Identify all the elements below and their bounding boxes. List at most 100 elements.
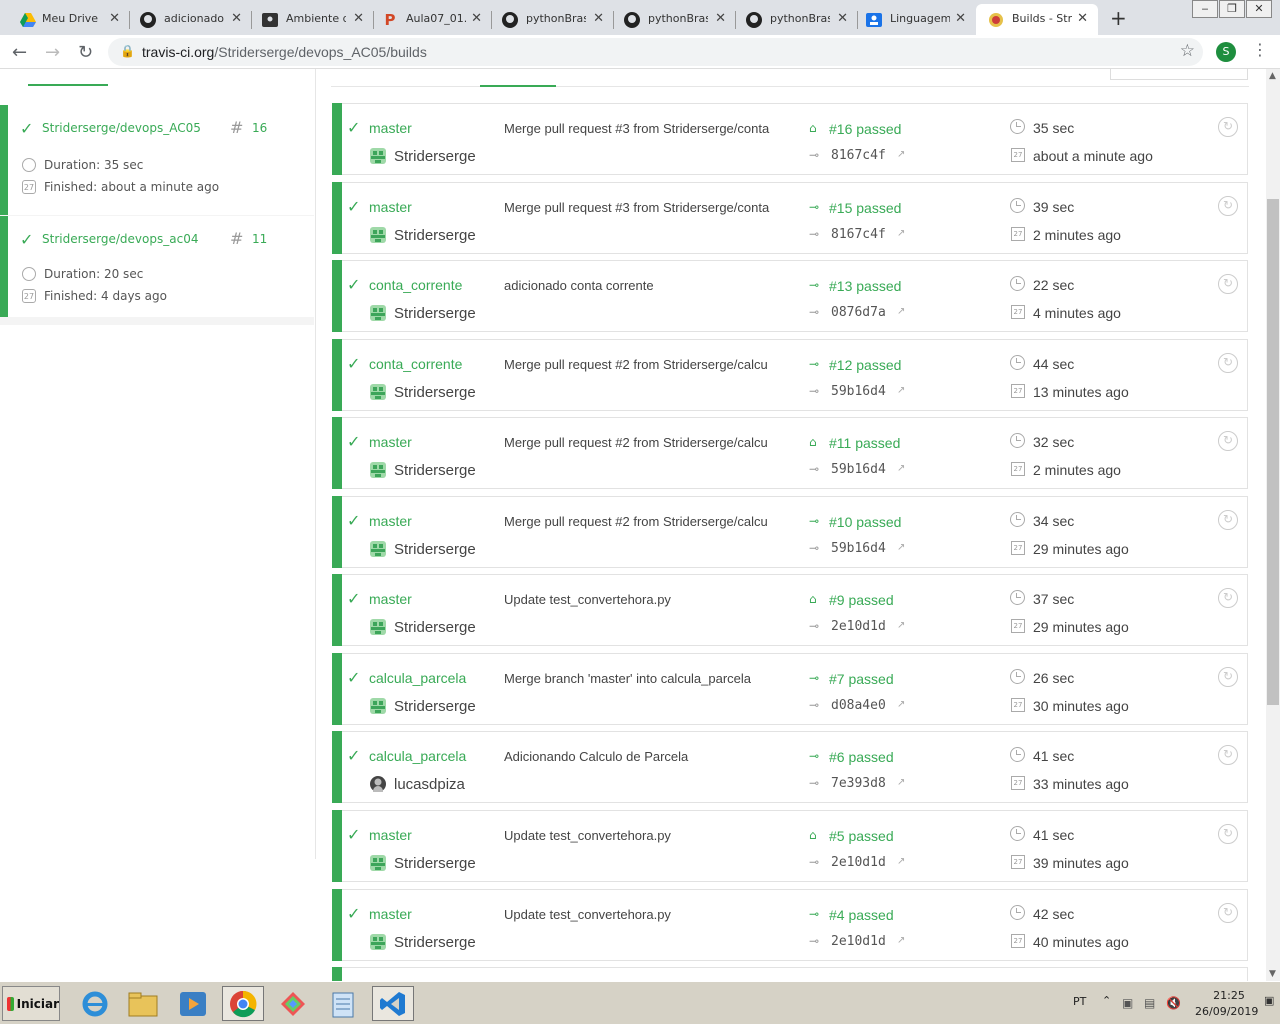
commit-sha-link[interactable]: 2e10d1d	[831, 855, 886, 870]
branch-link[interactable]: master	[369, 591, 477, 607]
restart-build-icon[interactable]: ↻	[1218, 431, 1238, 451]
build-row[interactable]: ✓ master Striderserge Update test_converteh…	[332, 574, 1248, 646]
build-status-link[interactable]: #13 passed	[829, 278, 901, 294]
monitor-icon[interactable]: ▤	[1144, 996, 1158, 1010]
build-row[interactable]: ✓ master Striderserge Update test_converteh…	[332, 889, 1248, 961]
branch-link[interactable]: master	[369, 827, 477, 843]
build-row[interactable]: ✓ master Striderserge Merge pull request #2…	[332, 496, 1248, 568]
internet-explorer-icon[interactable]	[74, 986, 116, 1021]
new-tab-button[interactable]: +	[1110, 6, 1127, 30]
browser-menu-icon[interactable]: ⋮	[1252, 40, 1268, 59]
external-link-icon[interactable]: ↗	[897, 620, 905, 631]
branch-link[interactable]: calcula_parcela	[369, 670, 477, 686]
restart-build-icon[interactable]: ↻	[1218, 588, 1238, 608]
build-row[interactable]: ✓ conta_corrente Striderserge Merge pull re…	[332, 339, 1248, 411]
back-icon[interactable]: ←	[12, 42, 27, 63]
external-link-icon[interactable]: ↗	[897, 228, 905, 239]
close-icon[interactable]: ✕	[353, 11, 364, 26]
browser-tab[interactable]: adicionado c ✕	[130, 4, 252, 35]
chrome-icon[interactable]	[222, 986, 264, 1021]
vscode-icon[interactable]	[372, 986, 414, 1021]
browser-tab[interactable]: Ambiente de ✕	[252, 4, 374, 35]
media-player-icon[interactable]	[172, 986, 214, 1021]
close-icon[interactable]: ✕	[231, 11, 242, 26]
external-link-icon[interactable]: ↗	[897, 542, 905, 553]
restart-build-icon[interactable]: ↻	[1218, 353, 1238, 373]
build-row[interactable]: ✓ calcula_parcela Striderserge Merge branch…	[332, 653, 1248, 725]
restart-build-icon[interactable]: ↻	[1218, 117, 1238, 137]
repo-card[interactable]: ✓ Striderserge/devops_ac04 # 11 Duration…	[0, 216, 314, 325]
branch-link[interactable]: master	[369, 199, 477, 215]
restart-build-icon[interactable]: ↻	[1218, 745, 1238, 765]
restart-build-icon[interactable]: ↻	[1218, 196, 1238, 216]
build-status-link[interactable]: #10 passed	[829, 514, 901, 530]
language-indicator[interactable]: PT	[1073, 995, 1086, 1008]
external-link-icon[interactable]: ↗	[897, 149, 905, 160]
scroll-up-arrow[interactable]: ▲	[1269, 71, 1276, 81]
commit-sha-link[interactable]: 8167c4f	[831, 148, 886, 163]
reload-icon[interactable]: ↻	[78, 42, 93, 63]
close-icon[interactable]: ✕	[109, 11, 120, 26]
build-status-link[interactable]: #11 passed	[829, 435, 900, 451]
external-link-icon[interactable]: ↗	[897, 856, 905, 867]
repo-card[interactable]: ✓ Striderserge/devops_AC05 # 16 Duration…	[0, 105, 314, 223]
build-status-link[interactable]: #12 passed	[829, 357, 901, 373]
restart-build-icon[interactable]: ↻	[1218, 824, 1238, 844]
profile-avatar[interactable]: S	[1216, 42, 1236, 62]
scroll-down-arrow[interactable]: ▼	[1269, 969, 1276, 979]
commit-sha-link[interactable]: 2e10d1d	[831, 934, 886, 949]
external-link-icon[interactable]: ↗	[897, 699, 905, 710]
sidebar-tab-active[interactable]	[28, 69, 108, 86]
app-icon[interactable]	[272, 986, 314, 1021]
file-explorer-icon[interactable]	[122, 986, 164, 1021]
commit-sha-link[interactable]: 59b16d4	[831, 384, 886, 399]
maximize-button[interactable]: ❐	[1219, 0, 1245, 18]
build-row[interactable]: ✓ master Striderserge Update test_converteh…	[332, 810, 1248, 882]
browser-tab[interactable]: Meu Drive - ✕	[0, 4, 130, 35]
external-link-icon[interactable]: ↗	[897, 777, 905, 788]
external-link-icon[interactable]: ↗	[897, 935, 905, 946]
browser-tab[interactable]: Linguagem c ✕	[858, 4, 976, 35]
branch-link[interactable]: master	[369, 906, 477, 922]
branch-link[interactable]: calcula_parcela	[369, 748, 477, 764]
commit-sha-link[interactable]: d08a4e0	[831, 698, 886, 713]
clock-time[interactable]: 21:25	[1204, 989, 1254, 1002]
start-button[interactable]: Iniciar	[2, 986, 60, 1021]
close-icon[interactable]: ✕	[471, 11, 482, 26]
more-options-box[interactable]	[1110, 69, 1248, 80]
close-window-button[interactable]: ✕	[1246, 0, 1272, 18]
forward-icon[interactable]: →	[45, 42, 60, 63]
commit-sha-link[interactable]: 0876d7a	[831, 305, 886, 320]
repo-name-link[interactable]: Striderserge/devops_ac04	[42, 232, 198, 246]
clock-date[interactable]: 26/09/2019	[1195, 1005, 1258, 1018]
commit-sha-link[interactable]: 59b16d4	[831, 462, 886, 477]
build-status-link[interactable]: #5 passed	[829, 828, 894, 844]
build-row[interactable]: ✓ master Striderserge Merge pull request #3…	[332, 182, 1248, 254]
restart-build-icon[interactable]: ↻	[1218, 667, 1238, 687]
commit-sha-link[interactable]: 7e393d8	[831, 776, 886, 791]
close-icon[interactable]: ✕	[715, 11, 726, 26]
branch-link[interactable]: master	[369, 120, 477, 136]
repo-name-link[interactable]: Striderserge/devops_AC05	[42, 121, 201, 135]
notepad-icon[interactable]	[322, 986, 364, 1021]
tab-build-history[interactable]	[480, 69, 556, 87]
branch-link[interactable]: master	[369, 513, 477, 529]
build-number-link[interactable]: 11	[252, 232, 267, 246]
build-status-link[interactable]: #9 passed	[829, 592, 894, 608]
commit-sha-link[interactable]: 59b16d4	[831, 541, 886, 556]
external-link-icon[interactable]: ↗	[897, 463, 905, 474]
build-status-link[interactable]: #4 passed	[829, 907, 894, 923]
external-link-icon[interactable]: ↗	[897, 385, 905, 396]
branch-link[interactable]: master	[369, 434, 477, 450]
build-status-link[interactable]: #7 passed	[829, 671, 894, 687]
vertical-scrollbar[interactable]: ▲ ▼	[1266, 69, 1280, 981]
network-icon[interactable]: ▣	[1122, 996, 1136, 1010]
browser-tab[interactable]: pythonBrasi ✕	[492, 4, 614, 35]
bookmark-star-icon[interactable]: ☆	[1180, 41, 1195, 61]
browser-tab[interactable]: pythonBrasi ✕	[614, 4, 736, 35]
browser-tab[interactable]: pythonBrasi ✕	[736, 4, 858, 35]
scrollbar-thumb[interactable]	[1267, 199, 1279, 705]
build-number-link[interactable]: 16	[252, 121, 267, 135]
close-icon[interactable]: ✕	[593, 11, 604, 26]
close-icon[interactable]: ✕	[1077, 11, 1088, 26]
